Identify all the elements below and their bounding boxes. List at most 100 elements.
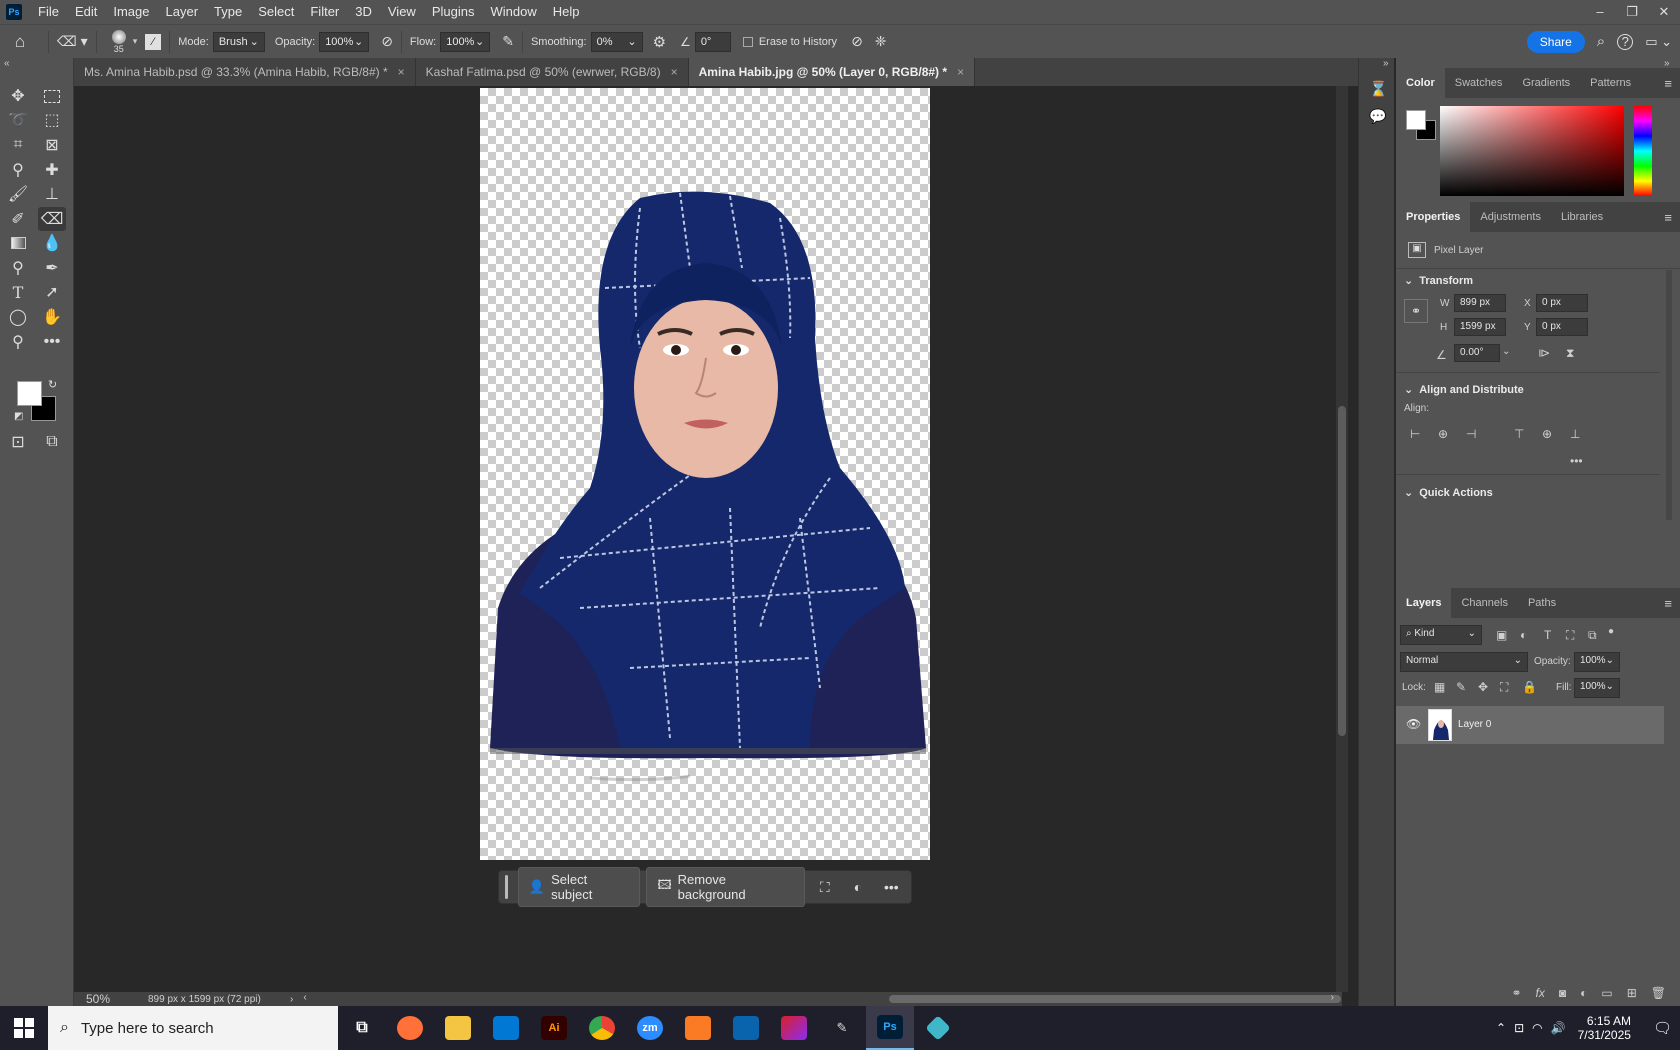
menu-3d[interactable]: 3D: [347, 0, 380, 24]
quick-mask-icon[interactable]: ⊡: [4, 430, 32, 454]
menu-view[interactable]: View: [380, 0, 424, 24]
color-field[interactable]: [1440, 106, 1624, 196]
eraser-tool-preset-icon[interactable]: ⌫ ▾: [57, 33, 88, 50]
swap-colors-icon[interactable]: ↻: [48, 378, 57, 391]
chevron-down-icon[interactable]: ▾: [133, 36, 138, 47]
close-icon[interactable]: ×: [398, 65, 405, 79]
tab-gradients[interactable]: Gradients: [1512, 68, 1580, 98]
horizontal-scroll-thumb[interactable]: [889, 995, 1342, 1003]
tab-adjustments[interactable]: Adjustments: [1470, 202, 1551, 232]
trash-icon[interactable]: 🗑: [1651, 986, 1666, 1006]
align-middle-icon[interactable]: ⊕: [1542, 427, 1552, 441]
wifi-icon[interactable]: ◠: [1532, 1021, 1542, 1035]
lock-transparent-icon[interactable]: ▦: [1434, 680, 1445, 694]
tab-amina-habib-jpg[interactable]: Amina Habib.jpg @ 50% (Layer 0, RGB/8#) …: [688, 58, 976, 86]
collapse-toolbar-icon[interactable]: «: [4, 58, 10, 69]
add-mask-icon[interactable]: ◙: [1559, 986, 1566, 1006]
search-icon[interactable]: ⌕: [1597, 33, 1605, 50]
tab-channels[interactable]: Channels: [1451, 588, 1517, 618]
chevron-up-icon[interactable]: ⌃: [1496, 1021, 1506, 1035]
path-selection-tool-icon[interactable]: ➚: [38, 280, 66, 304]
link-icon[interactable]: ⚭: [1404, 299, 1428, 323]
select-subject-button[interactable]: 👤 Select subject: [517, 867, 641, 907]
y-input[interactable]: 0 px: [1536, 318, 1588, 336]
filter-adjustment-icon[interactable]: ◐: [1520, 628, 1527, 642]
share-button[interactable]: Share: [1526, 30, 1585, 53]
new-group-icon[interactable]: ▭: [1601, 986, 1612, 1006]
width-input[interactable]: 899 px: [1454, 294, 1506, 312]
align-left-icon[interactable]: ⊢: [1410, 427, 1420, 441]
layer-opacity-input[interactable]: 100% ⌄: [1574, 652, 1620, 672]
clock[interactable]: 6:15 AM 7/31/2025: [1578, 1014, 1631, 1042]
network-icon[interactable]: ⊡: [1514, 1021, 1524, 1035]
pressure-size-icon[interactable]: ⊘: [851, 33, 863, 50]
brush-settings-icon[interactable]: ∕: [145, 33, 162, 50]
airbrush-icon[interactable]: ✎: [502, 33, 514, 50]
tab-properties[interactable]: Properties: [1396, 202, 1471, 232]
menu-window[interactable]: Window: [482, 0, 544, 24]
tab-paths[interactable]: Paths: [1518, 588, 1566, 618]
layer-thumbnail[interactable]: [1428, 709, 1452, 741]
fx-icon[interactable]: fx: [1536, 986, 1545, 1006]
tab-kashaf-fatima[interactable]: Kashaf Fatima.psd @ 50% (ewrwer, RGB/8) ×: [416, 58, 689, 86]
close-icon[interactable]: ×: [671, 65, 678, 79]
quick-actions-header[interactable]: ⌄ Quick Actions: [1404, 486, 1493, 499]
task-view-icon[interactable]: ⧉: [338, 1006, 386, 1050]
panel-menu-icon[interactable]: ≡: [1656, 588, 1680, 618]
layer-name[interactable]: Layer 0: [1458, 719, 1491, 730]
brush-preset-picker[interactable]: 35: [105, 29, 133, 54]
tab-layers[interactable]: Layers: [1396, 588, 1452, 618]
app-icon[interactable]: [914, 1006, 962, 1050]
panel-menu-icon[interactable]: ≡: [1656, 68, 1680, 98]
more-tools-icon[interactable]: •••: [38, 330, 66, 354]
adjustment-icon[interactable]: ◐: [844, 879, 871, 895]
taskbar-search-box[interactable]: ⌕ Type here to search: [48, 1006, 338, 1050]
hand-tool-icon[interactable]: ✋: [38, 305, 66, 329]
windows-start-icon[interactable]: [14, 1018, 34, 1038]
layer-row[interactable]: 👁 Layer 0: [1396, 706, 1664, 744]
zoom-icon[interactable]: zm: [626, 1006, 674, 1050]
menu-image[interactable]: Image: [105, 0, 157, 24]
menu-edit[interactable]: Edit: [67, 0, 105, 24]
workspace-icon[interactable]: ▭ ⌄: [1645, 34, 1672, 50]
history-brush-tool-icon[interactable]: ✐: [4, 207, 32, 231]
mode-select[interactable]: Brush ⌄: [212, 31, 265, 52]
screen-mode-icon[interactable]: ⧉: [38, 430, 66, 454]
lasso-tool-icon[interactable]: ➰: [4, 108, 32, 132]
flow-input[interactable]: 100% ⌄: [440, 31, 491, 52]
marquee-tool-icon[interactable]: [38, 84, 66, 108]
hue-slider[interactable]: [1634, 106, 1652, 196]
menu-plugins[interactable]: Plugins: [424, 0, 483, 24]
close-icon[interactable]: ×: [957, 65, 964, 79]
illustrator-icon[interactable]: Ai: [530, 1006, 578, 1050]
crop-tool-icon[interactable]: ⌗: [4, 133, 32, 157]
tab-libraries[interactable]: Libraries: [1551, 202, 1613, 232]
tab-swatches[interactable]: Swatches: [1445, 68, 1513, 98]
pen-tool-icon[interactable]: ✒: [38, 256, 66, 280]
align-bottom-icon[interactable]: ⊥: [1570, 427, 1580, 441]
zoom-tool-icon[interactable]: ⚲: [4, 330, 32, 354]
document-canvas[interactable]: [480, 88, 930, 860]
menu-file[interactable]: File: [30, 0, 67, 24]
brush-tool-icon[interactable]: 🖌: [4, 182, 32, 206]
creative-cloud-icon[interactable]: [770, 1006, 818, 1050]
lock-artboard-icon[interactable]: ⛶: [1500, 680, 1508, 695]
vertical-scroll-thumb[interactable]: [1338, 406, 1346, 736]
filter-toggle-icon[interactable]: ●: [1608, 626, 1614, 637]
lock-all-icon[interactable]: 🔒: [1522, 680, 1537, 694]
close-button[interactable]: ✕: [1648, 4, 1680, 20]
notification-icon[interactable]: 🗨: [1653, 1019, 1672, 1037]
blur-tool-icon[interactable]: 💧: [38, 231, 66, 255]
adjustment-layer-icon[interactable]: ◐: [1580, 986, 1587, 1006]
outlook-icon[interactable]: [722, 1006, 770, 1050]
new-layer-icon[interactable]: ⊞: [1627, 986, 1637, 1006]
erase-history-checkbox[interactable]: [742, 36, 753, 47]
transform-section-header[interactable]: ⌄ Transform: [1404, 274, 1473, 287]
pen-app-icon[interactable]: ✎: [818, 1006, 866, 1050]
chrome-icon[interactable]: [578, 1006, 626, 1050]
fill-input[interactable]: 100% ⌄: [1574, 678, 1620, 698]
menu-filter[interactable]: Filter: [302, 0, 347, 24]
eyedropper-tool-icon[interactable]: ⚲: [4, 158, 32, 182]
align-center-icon[interactable]: ⊕: [1438, 427, 1448, 441]
x-input[interactable]: 0 px: [1536, 294, 1588, 312]
